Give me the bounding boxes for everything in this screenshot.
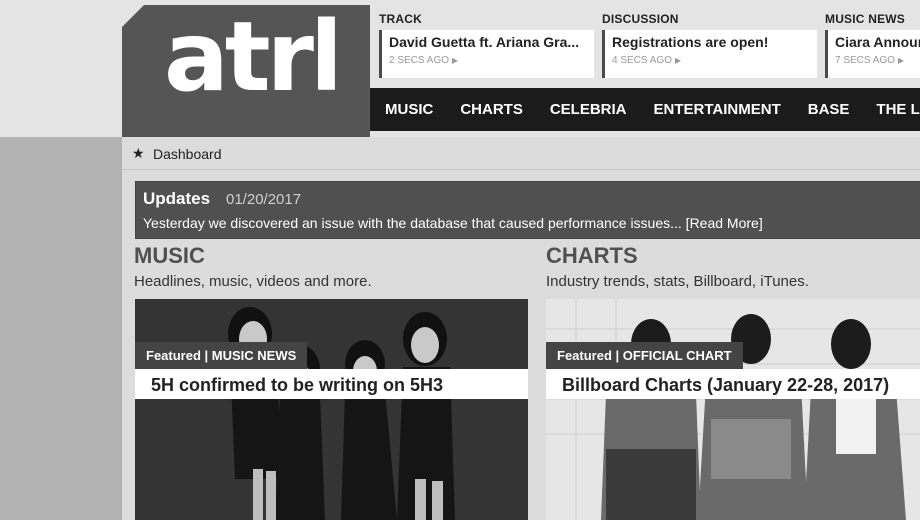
ticker-category: TRACK xyxy=(379,12,422,26)
ticker-time-text: 7 SECS AGO xyxy=(835,55,896,66)
ticker-music-news[interactable]: MUSIC NEWS Ciara Announ 7 SECS AGO ▶ xyxy=(825,12,920,78)
breadcrumb-dashboard[interactable]: Dashboard xyxy=(153,146,222,162)
nav-item-the-lounge[interactable]: THE LOU xyxy=(876,88,920,131)
ticker-card[interactable]: Ciara Announ 7 SECS AGO ▶ xyxy=(825,30,920,78)
nav-item-entertainment[interactable]: ENTERTAINMENT xyxy=(654,88,781,131)
ticker-time: 7 SECS AGO ▶ xyxy=(835,55,920,66)
updates-banner: Updates 01/20/2017 Yesterday we discover… xyxy=(135,181,920,239)
featured-image-charts[interactable] xyxy=(546,299,920,520)
ticker-time: 4 SECS AGO ▶ xyxy=(612,55,817,66)
nav-item-celebria[interactable]: CELEBRIA xyxy=(550,88,627,131)
nav-item-music[interactable]: MUSIC xyxy=(385,88,433,131)
main-nav: MUSIC CHARTS CELEBRIA ENTERTAINMENT BASE THE … xyxy=(370,88,920,131)
site-logo[interactable]: atrl xyxy=(122,5,370,137)
ticker-category: DISCUSSION xyxy=(602,12,679,26)
ticker-track[interactable]: TRACK David Guetta ft. Ariana Gra... 2 S… xyxy=(379,12,594,78)
ticker-time-text: 2 SECS AGO xyxy=(389,55,450,66)
caret-right-icon: ▶ xyxy=(674,56,681,65)
featured-tag[interactable]: Featured | MUSIC NEWS xyxy=(135,342,308,369)
section-heading[interactable]: CHARTS xyxy=(546,243,809,269)
featured-caption[interactable]: 5H confirmed to be writing on 5H3 xyxy=(135,369,528,399)
updates-title: Updates xyxy=(143,189,211,208)
ticker-card[interactable]: David Guetta ft. Ariana Gra... 2 SECS AG… xyxy=(379,30,594,78)
caret-right-icon: ▶ xyxy=(897,56,904,65)
ticker-card[interactable]: Registrations are open! 4 SECS AGO ▶ xyxy=(602,30,817,78)
featured-tag[interactable]: Featured | OFFICIAL CHART xyxy=(546,342,743,369)
nav-item-charts[interactable]: CHARTS xyxy=(460,88,523,131)
updates-message[interactable]: Yesterday we discovered an issue with th… xyxy=(143,215,763,231)
caret-right-icon: ▶ xyxy=(451,56,458,65)
ticker-category: MUSIC NEWS xyxy=(825,12,905,26)
ticker-headline[interactable]: Ciara Announ xyxy=(835,34,920,50)
section-charts: CHARTS Industry trends, stats, Billboard… xyxy=(546,243,809,290)
updates-date: 01/20/2017 xyxy=(226,191,302,208)
section-heading[interactable]: MUSIC xyxy=(134,243,372,269)
ticker-discussion[interactable]: DISCUSSION Registrations are open! 4 SEC… xyxy=(602,12,817,78)
section-subtitle: Industry trends, stats, Billboard, iTune… xyxy=(546,273,809,290)
ticker-time: 2 SECS AGO ▶ xyxy=(389,55,594,66)
nav-item-base[interactable]: BASE xyxy=(808,88,850,131)
section-music: MUSIC Headlines, music, videos and more. xyxy=(134,243,372,290)
section-subtitle: Headlines, music, videos and more. xyxy=(134,273,372,290)
logo-text: atrl xyxy=(164,1,343,113)
ticker-headline[interactable]: Registrations are open! xyxy=(612,34,817,50)
ticker-headline[interactable]: David Guetta ft. Ariana Gra... xyxy=(389,34,594,50)
featured-caption[interactable]: Billboard Charts (January 22-28, 2017) xyxy=(546,369,920,399)
featured-image-music[interactable] xyxy=(135,299,528,520)
ticker-time-text: 4 SECS AGO xyxy=(612,55,673,66)
main-content: Updates 01/20/2017 Yesterday we discover… xyxy=(122,171,920,520)
breadcrumb: ★ Dashboard xyxy=(122,137,920,170)
left-gutter xyxy=(0,137,122,520)
star-icon: ★ xyxy=(132,145,145,161)
